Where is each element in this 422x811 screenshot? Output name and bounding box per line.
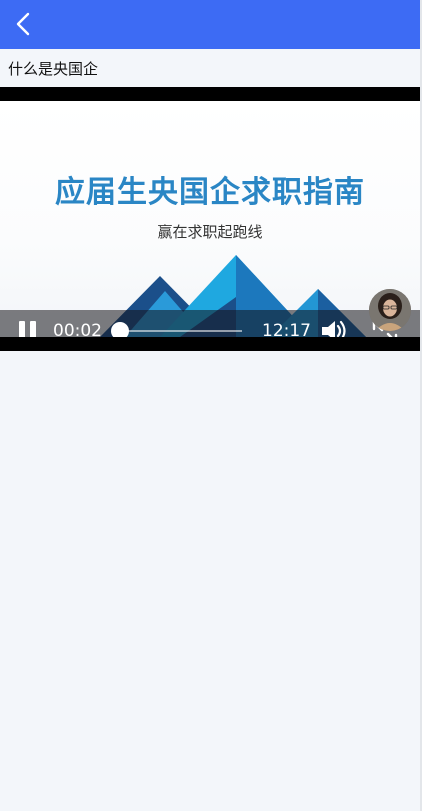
app-screen: 什么是央国企 应届生央国企求职指南 赢在求职起跑线 00:02 12:17: [0, 0, 420, 811]
current-time: 00:02: [53, 321, 102, 337]
presenter-image: [369, 289, 411, 331]
pause-icon-bar: [30, 321, 36, 337]
progress-bar[interactable]: [111, 322, 242, 337]
presenter-avatar[interactable]: [369, 289, 411, 331]
top-navigation-bar: [0, 0, 420, 49]
video-player[interactable]: 应届生央国企求职指南 赢在求职起跑线 00:02 12:17: [0, 87, 420, 351]
total-time: 12:17: [262, 321, 311, 337]
volume-icon: [322, 320, 346, 337]
pause-icon: [19, 321, 25, 337]
volume-button[interactable]: [320, 319, 348, 337]
progress-thumb[interactable]: [111, 322, 129, 337]
chevron-left-icon: [16, 12, 30, 36]
pause-button[interactable]: [16, 320, 38, 337]
slide-title: 应届生央国企求职指南: [55, 175, 365, 210]
slide-subtitle: 赢在求职起跑线: [157, 223, 263, 241]
back-button[interactable]: [8, 8, 40, 40]
mountains-graphic: [100, 255, 366, 337]
player-controls: 00:02 12:17: [0, 310, 420, 337]
video-slide: 应届生央国企求职指南 赢在求职起跑线 00:02 12:17: [0, 101, 420, 337]
page-title: 什么是央国企: [8, 60, 99, 78]
